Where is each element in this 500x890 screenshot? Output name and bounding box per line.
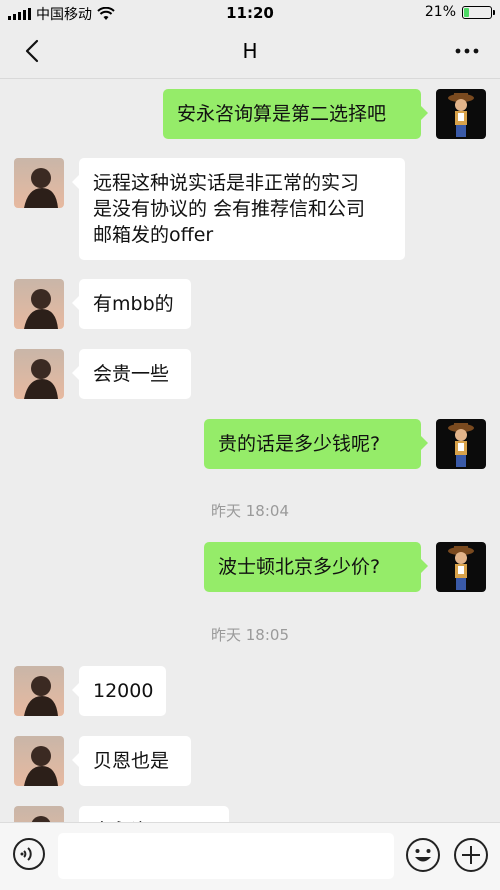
my-avatar[interactable] [436,419,486,469]
message-bubble[interactable]: 会贵一些 [72,349,191,399]
my-avatar[interactable] [436,542,486,592]
outgoing-message: 贵的话是多少钱呢? [0,419,500,469]
message-bubble[interactable]: 安永咨 [79,806,229,822]
nav-bar: H [0,26,500,79]
plus-icon[interactable] [453,837,489,873]
battery-icon [462,5,495,19]
input-bar [0,822,500,890]
contact-avatar[interactable] [14,158,64,208]
contact-avatar[interactable] [14,349,64,399]
outgoing-message: 安永咨询算是第二选择吧 [0,89,500,139]
message-bubble[interactable]: 有mbb的 [72,279,191,329]
chat-area[interactable]: 安永咨询算是第二选择吧远程这种说实话是非正常的实习 是没有协议的 会有推荐信和公… [0,79,500,822]
incoming-message: 远程这种说实话是非正常的实习 是没有协议的 会有推荐信和公司 邮箱发的offer [0,158,500,260]
timestamp: 昨天 18:05 [211,626,289,644]
voice-icon[interactable] [12,837,46,871]
contact-avatar[interactable] [14,666,64,716]
message-bubble[interactable]: 波士顿北京多少价? [204,542,428,592]
more-dots-icon[interactable] [452,38,482,68]
incoming-message: 会贵一些 [0,349,500,399]
contact-avatar[interactable] [14,736,64,786]
battery-fill [464,7,470,17]
status-bar: 中国移动 11:20 21% [0,0,500,26]
message-bubble[interactable]: 远程这种说实话是非正常的实习 是没有协议的 会有推荐信和公司 邮箱发的offer [72,158,405,260]
message-bubble[interactable]: 贵的话是多少钱呢? [204,419,428,469]
incoming-message: 贝恩也是 [0,736,500,786]
message-bubble[interactable]: 贝恩也是 [72,736,191,786]
timestamp: 昨天 18:04 [211,502,289,520]
message-input[interactable] [58,833,394,879]
incoming-message: 安永咨 [0,806,500,822]
chat-title: H [242,39,258,63]
incoming-message: 有mbb的 [0,279,500,329]
message-bubble[interactable]: 安永咨询算是第二选择吧 [163,89,428,139]
contact-avatar[interactable] [14,279,64,329]
battery-percent: 21% [424,4,456,20]
incoming-message: 12000 [0,666,500,716]
message-bubble[interactable]: 12000 [72,666,166,716]
emoji-icon[interactable] [405,837,441,873]
status-right: 21% [424,4,495,20]
outgoing-message: 波士顿北京多少价? [0,542,500,592]
my-avatar[interactable] [436,89,486,139]
contact-avatar[interactable] [14,806,64,822]
